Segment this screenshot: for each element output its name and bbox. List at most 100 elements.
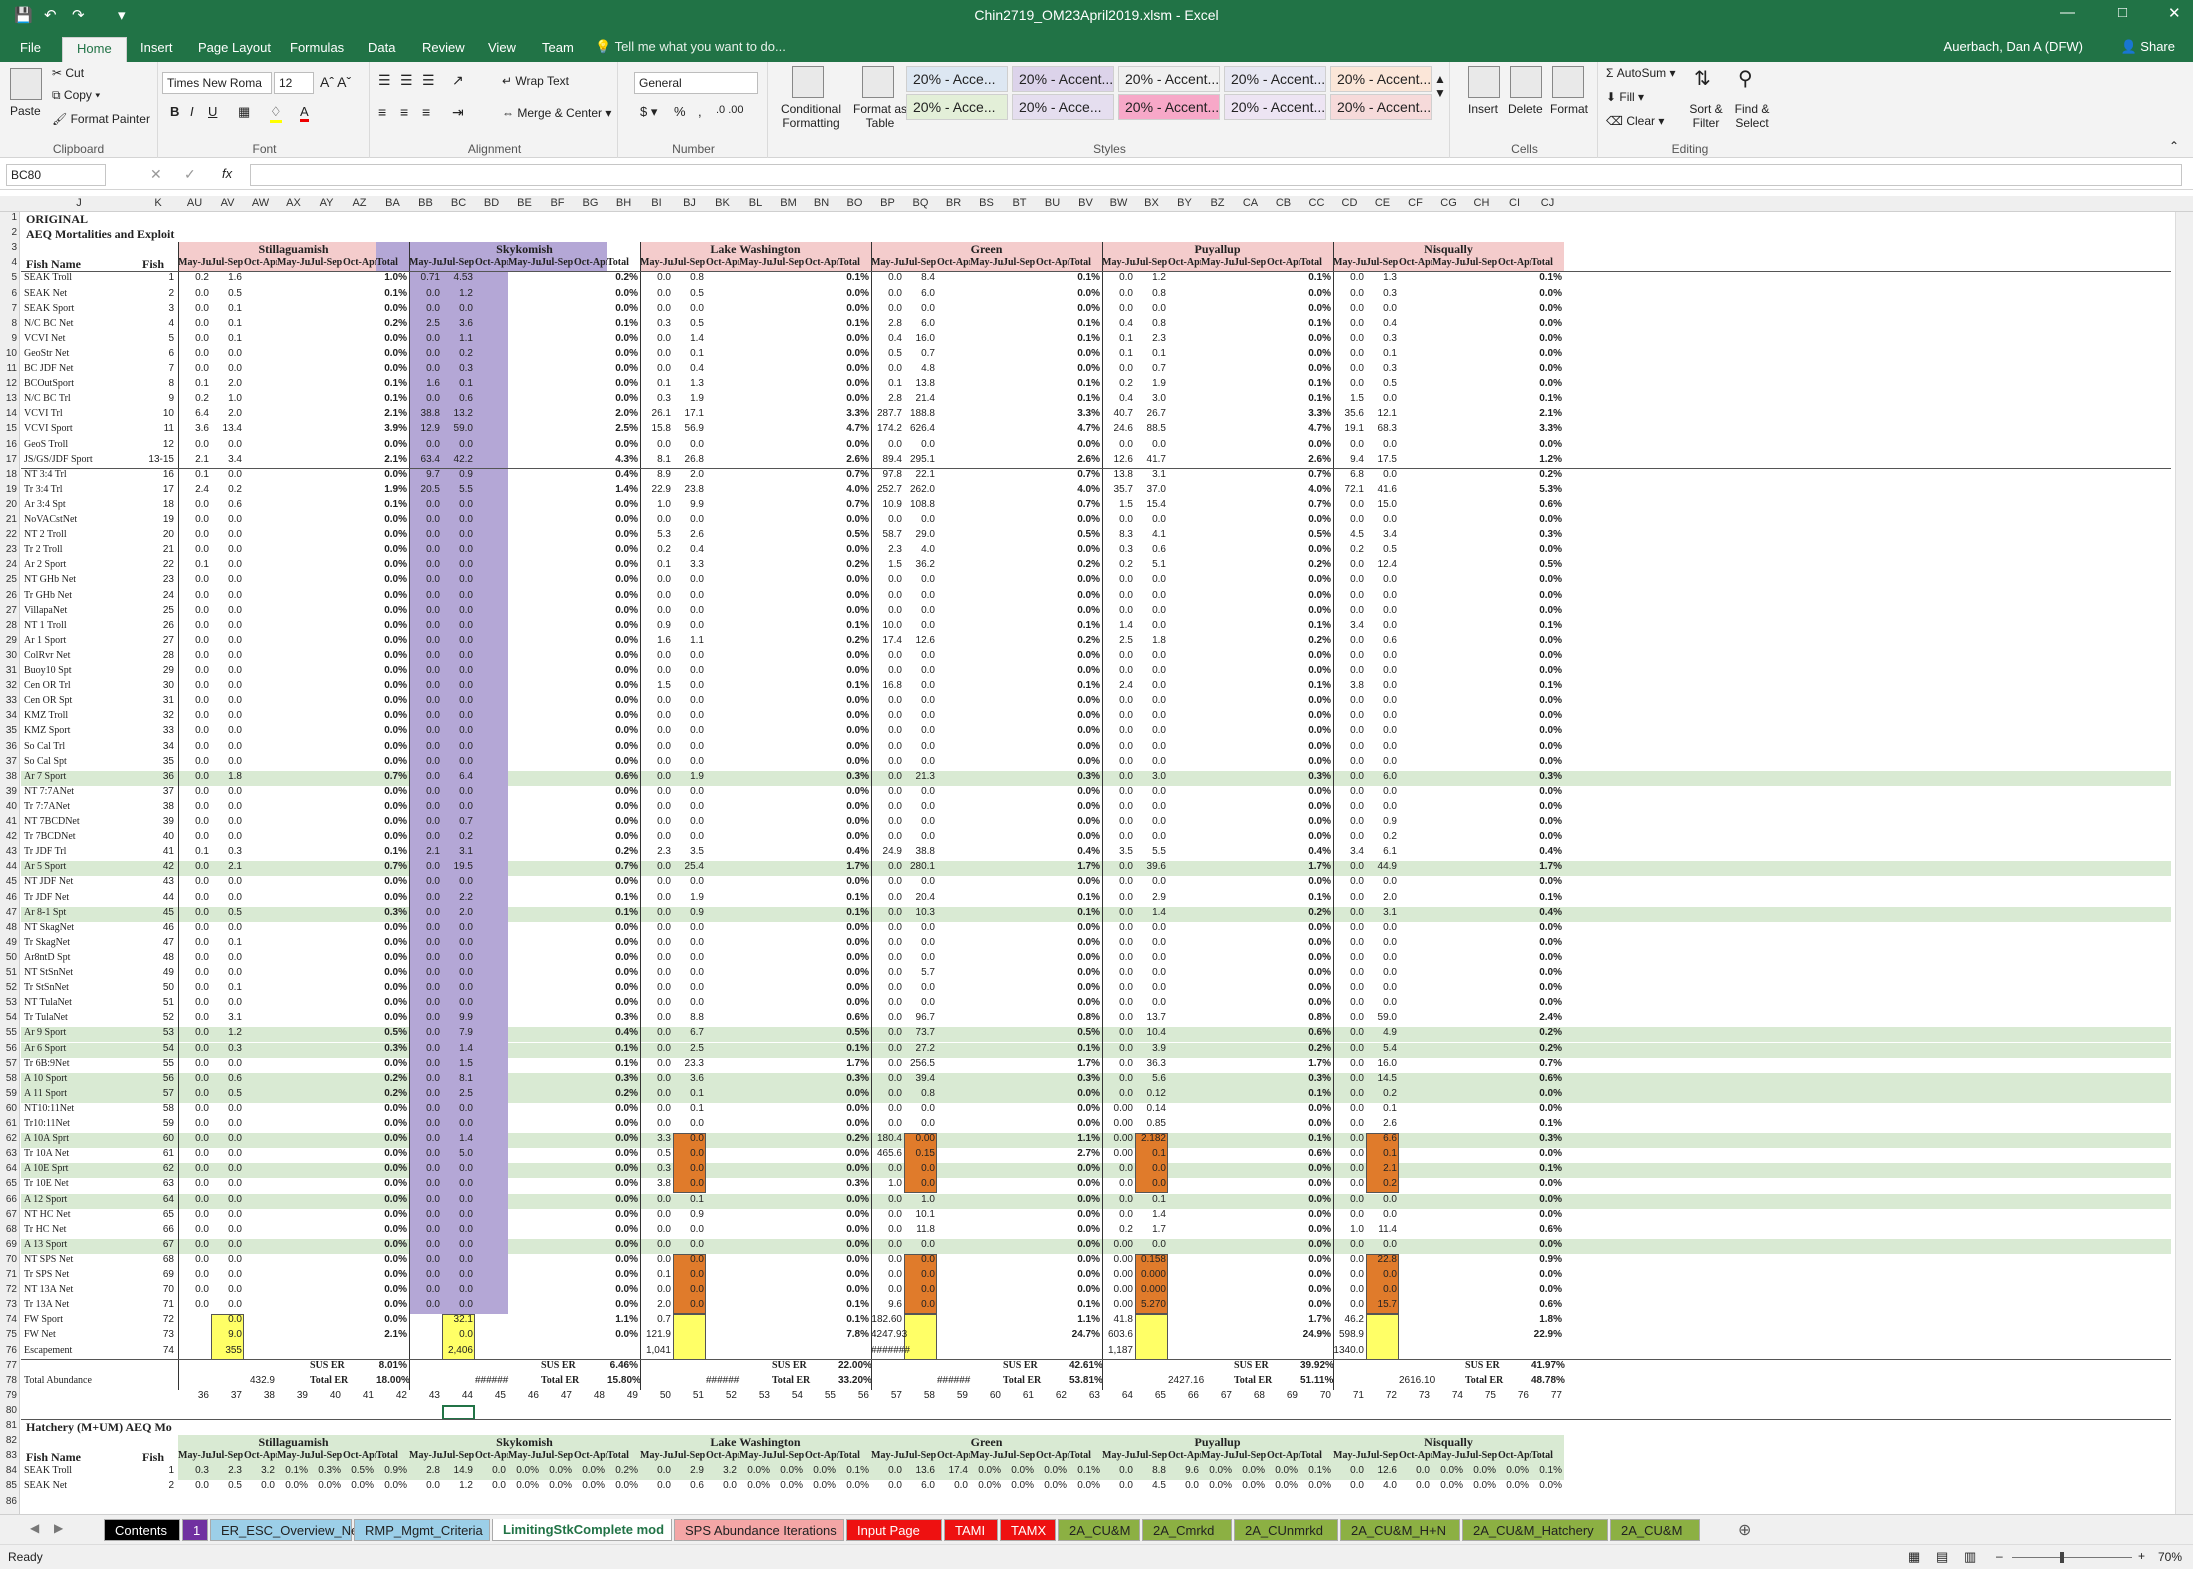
sheet-tab[interactable]: 2A_CU&M	[1058, 1519, 1140, 1541]
column-header-cc[interactable]: CC	[1300, 197, 1333, 209]
comma-icon[interactable]: ,	[698, 104, 702, 119]
column-header-bb[interactable]: BB	[409, 197, 442, 209]
row-header[interactable]: 15	[0, 423, 19, 434]
percent-icon[interactable]: %	[674, 104, 686, 119]
row-header[interactable]: 72	[0, 1284, 19, 1295]
column-header-bj[interactable]: BJ	[673, 197, 706, 209]
currency-icon[interactable]: $ ▾	[640, 104, 657, 120]
column-header-aw[interactable]: AW	[244, 197, 277, 209]
row-header[interactable]: 4	[0, 257, 19, 268]
column-header-bq[interactable]: BQ	[904, 197, 937, 209]
row-header[interactable]: 17	[0, 454, 19, 465]
row-header[interactable]: 12	[0, 378, 19, 389]
share-button[interactable]: 👤 Share	[2120, 39, 2175, 55]
copy-button[interactable]: ⧉ Copy ▾	[52, 88, 100, 103]
row-header[interactable]: 65	[0, 1178, 19, 1189]
column-header-bi[interactable]: BI	[640, 197, 673, 209]
sheet-tab[interactable]: Contents	[104, 1519, 180, 1541]
row-header[interactable]: 77	[0, 1360, 19, 1371]
row-header[interactable]: 62	[0, 1133, 19, 1144]
zoom-in-icon[interactable]: +	[2138, 1549, 2145, 1563]
name-box[interactable]: BC80	[6, 164, 106, 186]
row-header[interactable]: 14	[0, 408, 19, 419]
column-header-ch[interactable]: CH	[1465, 197, 1498, 209]
sheet-tab[interactable]: ER_ESC_Overview_New	[210, 1519, 368, 1541]
row-header[interactable]: 7	[0, 303, 19, 314]
tab-file[interactable]: File	[6, 37, 55, 62]
row-header[interactable]: 53	[0, 997, 19, 1008]
sheet-tab[interactable]: RMP_Mgmt_Criteria	[354, 1519, 490, 1541]
row-header[interactable]: 51	[0, 967, 19, 978]
find-select-icon[interactable]: ⚲	[1738, 66, 1753, 91]
cell-style-swatch[interactable]: 20% - Acce...	[906, 94, 1008, 120]
format-as-table-icon[interactable]	[862, 66, 894, 98]
row-header[interactable]: 5	[0, 272, 19, 283]
format-painter-button[interactable]: 🖌 Format Painter	[52, 112, 150, 126]
row-header[interactable]: 52	[0, 982, 19, 993]
row-header[interactable]: 58	[0, 1073, 19, 1084]
row-header[interactable]: 35	[0, 725, 19, 736]
cell-style-swatch[interactable]: 20% - Accent...	[1330, 66, 1432, 92]
column-header-bt[interactable]: BT	[1003, 197, 1036, 209]
row-header[interactable]: 70	[0, 1254, 19, 1265]
column-header-az[interactable]: AZ	[343, 197, 376, 209]
find-select-button[interactable]: Find & Select	[1730, 102, 1774, 130]
insert-function-icon[interactable]: fx	[222, 166, 232, 181]
column-header-cd[interactable]: CD	[1333, 197, 1366, 209]
align-middle-icon[interactable]: ☰	[400, 72, 413, 89]
close-icon[interactable]: ✕	[2168, 4, 2181, 22]
row-header[interactable]: 59	[0, 1088, 19, 1099]
new-sheet-icon[interactable]: ⊕	[1738, 1520, 1751, 1540]
column-header-k[interactable]: K	[138, 197, 178, 209]
vertical-scrollbar[interactable]	[2175, 212, 2193, 1514]
row-header[interactable]: 67	[0, 1209, 19, 1220]
format-as-table-button[interactable]: Format as Table	[852, 102, 908, 130]
tab-insert[interactable]: Insert	[126, 37, 187, 62]
align-center-icon[interactable]: ≡	[400, 104, 408, 120]
row-header[interactable]: 66	[0, 1194, 19, 1205]
sort-filter-button[interactable]: Sort & Filter	[1684, 102, 1728, 130]
insert-cells-icon[interactable]	[1468, 66, 1500, 98]
row-header[interactable]: 69	[0, 1239, 19, 1250]
row-header[interactable]: 27	[0, 605, 19, 616]
row-header[interactable]: 43	[0, 846, 19, 857]
column-header-bm[interactable]: BM	[772, 197, 805, 209]
row-header[interactable]: 73	[0, 1299, 19, 1310]
row-header[interactable]: 25	[0, 574, 19, 585]
column-header-bw[interactable]: BW	[1102, 197, 1135, 209]
page-layout-view-icon[interactable]: ▤	[1936, 1549, 1948, 1565]
indent-icon[interactable]: ⇥	[452, 104, 464, 121]
row-header[interactable]: 18	[0, 469, 19, 480]
selected-cell[interactable]	[442, 1404, 475, 1420]
row-header[interactable]: 20	[0, 499, 19, 510]
fill-color-icon[interactable]: ♢	[270, 104, 282, 123]
minimize-icon[interactable]: —	[2060, 4, 2075, 21]
column-header-ay[interactable]: AY	[310, 197, 343, 209]
insert-cells-button[interactable]: Insert	[1468, 102, 1498, 116]
scroll-right-icon[interactable]: ▶	[54, 1521, 63, 1535]
tab-page-layout[interactable]: Page Layout	[184, 37, 285, 62]
row-header[interactable]: 6	[0, 288, 19, 299]
delete-cells-icon[interactable]	[1510, 66, 1542, 98]
column-header-av[interactable]: AV	[211, 197, 244, 209]
tab-data[interactable]: Data	[354, 37, 409, 62]
row-header[interactable]: 74	[0, 1314, 19, 1325]
orientation-icon[interactable]: ↗	[452, 72, 464, 89]
sheet-tab[interactable]: 2A_CU&M_Hatchery	[1462, 1519, 1608, 1541]
column-header-bs[interactable]: BS	[970, 197, 1003, 209]
row-header[interactable]: 40	[0, 801, 19, 812]
column-header-ba[interactable]: BA	[376, 197, 409, 209]
cell-style-swatch[interactable]: 20% - Acce...	[1012, 94, 1114, 120]
row-header[interactable]: 46	[0, 892, 19, 903]
row-header[interactable]: 11	[0, 363, 19, 374]
row-header[interactable]: 63	[0, 1148, 19, 1159]
tab-review[interactable]: Review	[408, 37, 479, 62]
number-format-combo[interactable]: General	[634, 72, 758, 94]
row-header[interactable]: 24	[0, 559, 19, 570]
format-cells-button[interactable]: Format	[1550, 102, 1588, 116]
cell-style-swatch[interactable]: 20% - Accent...	[1330, 94, 1432, 120]
underline-icon[interactable]: U	[208, 104, 217, 119]
paste-button[interactable]: Paste	[10, 104, 41, 118]
enter-formula-icon[interactable]: ✓	[184, 166, 196, 183]
grow-font-icon[interactable]: Aˆ Aˇ	[320, 74, 351, 90]
